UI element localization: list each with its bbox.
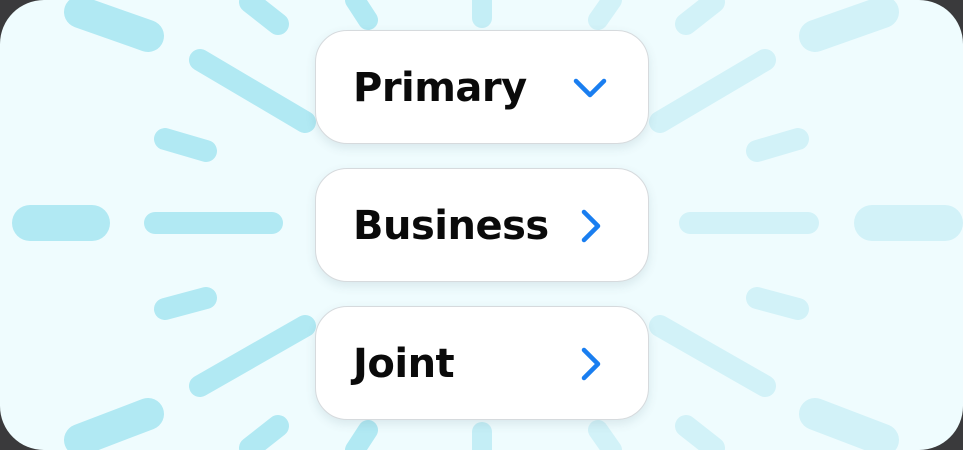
- account-type-card: Primary Business Joint: [0, 0, 963, 450]
- option-primary[interactable]: Primary: [315, 30, 649, 144]
- option-primary-label: Primary: [353, 65, 527, 111]
- chevron-right-icon: [576, 307, 606, 421]
- chevron-down-icon: [570, 31, 610, 145]
- option-joint-label: Joint: [353, 341, 455, 387]
- option-business[interactable]: Business: [315, 168, 649, 282]
- chevron-right-icon: [576, 169, 606, 283]
- option-business-label: Business: [353, 203, 549, 249]
- option-joint[interactable]: Joint: [315, 306, 649, 420]
- account-type-options: Primary Business Joint: [315, 30, 649, 444]
